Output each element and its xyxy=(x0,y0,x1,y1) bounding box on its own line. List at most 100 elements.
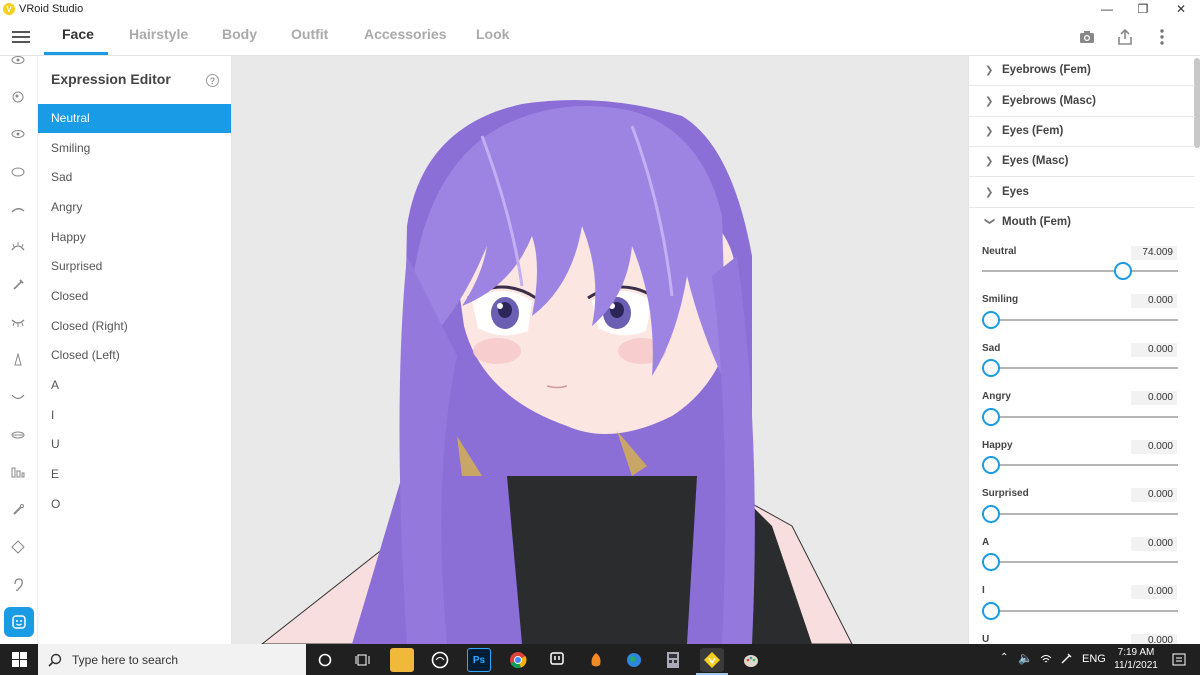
slider-knob[interactable] xyxy=(982,359,1000,377)
paint-icon[interactable] xyxy=(739,648,763,672)
head-shape-icon[interactable] xyxy=(10,539,26,555)
expression-item-closed-right[interactable]: Closed (Right) xyxy=(38,312,231,341)
speaker-icon[interactable]: 🔈 xyxy=(1018,651,1033,665)
eye-icon[interactable] xyxy=(10,126,26,142)
section-eyes[interactable]: ❯ Eyes xyxy=(969,178,1195,208)
ear-icon[interactable] xyxy=(10,577,26,593)
vroid-logo-icon: V xyxy=(3,3,15,15)
expression-item-neutral[interactable]: Neutral xyxy=(38,104,231,133)
chevron-up-icon[interactable]: ⌃ xyxy=(1000,652,1008,663)
expression-item-surprised[interactable]: Surprised xyxy=(38,252,231,281)
wifi-icon[interactable] xyxy=(1040,653,1052,665)
slider-knob[interactable] xyxy=(982,602,1000,620)
camera-icon[interactable] xyxy=(1077,27,1097,47)
slider-track[interactable] xyxy=(982,416,1178,418)
line-icon[interactable] xyxy=(428,648,452,672)
closed-eye-icon[interactable] xyxy=(10,314,26,330)
model-viewport[interactable] xyxy=(232,56,968,644)
slider-value-input[interactable]: 0.000 xyxy=(1131,294,1177,308)
task-view-icon[interactable] xyxy=(351,648,375,672)
slider-track[interactable] xyxy=(982,610,1178,612)
notification-icon[interactable] xyxy=(1172,653,1186,667)
slider-value-input[interactable]: 0.000 xyxy=(1131,488,1177,502)
slider-value-input[interactable]: 0.000 xyxy=(1131,391,1177,405)
language-indicator[interactable]: ENG xyxy=(1082,653,1106,665)
slider-knob[interactable] xyxy=(982,408,1000,426)
slider-knob[interactable] xyxy=(982,456,1000,474)
hamburger-menu-icon[interactable] xyxy=(12,28,30,46)
slider-track[interactable] xyxy=(982,367,1178,369)
expression-item-u[interactable]: U xyxy=(38,430,231,459)
cortana-icon[interactable] xyxy=(313,648,337,672)
tab-body[interactable]: Body xyxy=(222,26,257,42)
nose-icon[interactable] xyxy=(10,352,26,368)
slider-track[interactable] xyxy=(982,561,1178,563)
slider-track[interactable] xyxy=(982,464,1178,466)
iris-icon[interactable] xyxy=(10,164,26,180)
tab-accessories[interactable]: Accessories xyxy=(364,26,447,42)
calculator-icon[interactable] xyxy=(661,648,685,672)
chevron-right-icon: ❯ xyxy=(985,65,994,76)
eyelash-icon[interactable] xyxy=(10,239,26,255)
tab-outfit[interactable]: Outfit xyxy=(291,26,328,42)
slider-value-input[interactable]: 0.000 xyxy=(1131,343,1177,357)
close-button[interactable]: ✕ xyxy=(1162,0,1200,18)
expression-item-i[interactable]: I xyxy=(38,401,231,430)
tab-look[interactable]: Look xyxy=(476,26,509,42)
slider-knob[interactable] xyxy=(982,311,1000,329)
expression-item-o[interactable]: O xyxy=(38,490,231,519)
photoshop-icon[interactable]: Ps xyxy=(467,648,491,672)
section-eyebrows-masc[interactable]: ❯ Eyebrows (Masc) xyxy=(969,87,1195,117)
section-mouth-fem[interactable]: ❯ Mouth (Fem) xyxy=(969,208,1195,238)
brush-icon[interactable] xyxy=(10,502,26,518)
slider-value-input[interactable]: 0.000 xyxy=(1131,537,1177,551)
pen-icon[interactable] xyxy=(1060,653,1072,665)
vroid-icon[interactable] xyxy=(700,648,724,672)
slider-track[interactable] xyxy=(982,270,1178,272)
twitch-icon[interactable] xyxy=(545,648,569,672)
expression-item-a[interactable]: A xyxy=(38,371,231,400)
slider-knob[interactable] xyxy=(1113,262,1132,280)
slider-value-input[interactable]: 0.000 xyxy=(1131,634,1177,644)
export-icon[interactable] xyxy=(1115,27,1135,47)
windows-start-icon[interactable] xyxy=(0,644,38,675)
earth-icon[interactable] xyxy=(622,648,646,672)
expression-face-icon[interactable] xyxy=(4,607,34,637)
slider-value-input[interactable]: 74.009 xyxy=(1131,246,1177,260)
help-icon[interactable]: ? xyxy=(206,74,219,87)
expression-item-smiling[interactable]: Smiling xyxy=(38,134,231,163)
tab-hairstyle[interactable]: Hairstyle xyxy=(129,26,188,42)
taskbar-search-box[interactable]: Type here to search xyxy=(38,644,306,675)
chevron-right-icon: ❯ xyxy=(985,96,994,107)
slider-knob[interactable] xyxy=(982,505,1000,523)
eyedropper-icon[interactable] xyxy=(10,277,26,293)
slider-track[interactable] xyxy=(982,513,1178,515)
section-eyes-fem[interactable]: ❯ Eyes (Fem) xyxy=(969,117,1195,147)
eye-outline-icon[interactable] xyxy=(10,56,26,68)
slider-track[interactable] xyxy=(982,319,1178,321)
mouth-icon[interactable] xyxy=(10,389,26,405)
file-explorer-icon[interactable] xyxy=(390,648,414,672)
restore-button[interactable]: ❐ xyxy=(1124,0,1162,18)
more-options-icon[interactable] xyxy=(1152,27,1172,47)
expression-item-happy[interactable]: Happy xyxy=(38,223,231,252)
face-shape-icon[interactable] xyxy=(10,89,26,105)
expression-item-sad[interactable]: Sad xyxy=(38,163,231,192)
expression-item-e[interactable]: E xyxy=(38,460,231,489)
section-eyebrows-fem[interactable]: ❯ Eyebrows (Fem) xyxy=(969,56,1195,86)
lips-icon[interactable] xyxy=(10,427,26,443)
expression-item-angry[interactable]: Angry xyxy=(38,193,231,222)
section-eyes-masc[interactable]: ❯ Eyes (Masc) xyxy=(969,147,1195,177)
expression-item-closed[interactable]: Closed xyxy=(38,282,231,311)
eyebrow-icon[interactable] xyxy=(10,202,26,218)
teeth-icon[interactable] xyxy=(10,464,26,480)
slider-knob[interactable] xyxy=(982,553,1000,571)
fl-studio-icon[interactable] xyxy=(584,648,608,672)
minimize-button[interactable]: — xyxy=(1088,0,1126,18)
slider-value-input[interactable]: 0.000 xyxy=(1131,585,1177,599)
taskbar-clock[interactable]: 7:19 AM 11/1/2021 xyxy=(1108,646,1164,672)
tab-face[interactable]: Face xyxy=(62,26,94,42)
slider-value-input[interactable]: 0.000 xyxy=(1131,440,1177,454)
chrome-icon[interactable] xyxy=(506,648,530,672)
expression-item-closed-left[interactable]: Closed (Left) xyxy=(38,341,231,370)
